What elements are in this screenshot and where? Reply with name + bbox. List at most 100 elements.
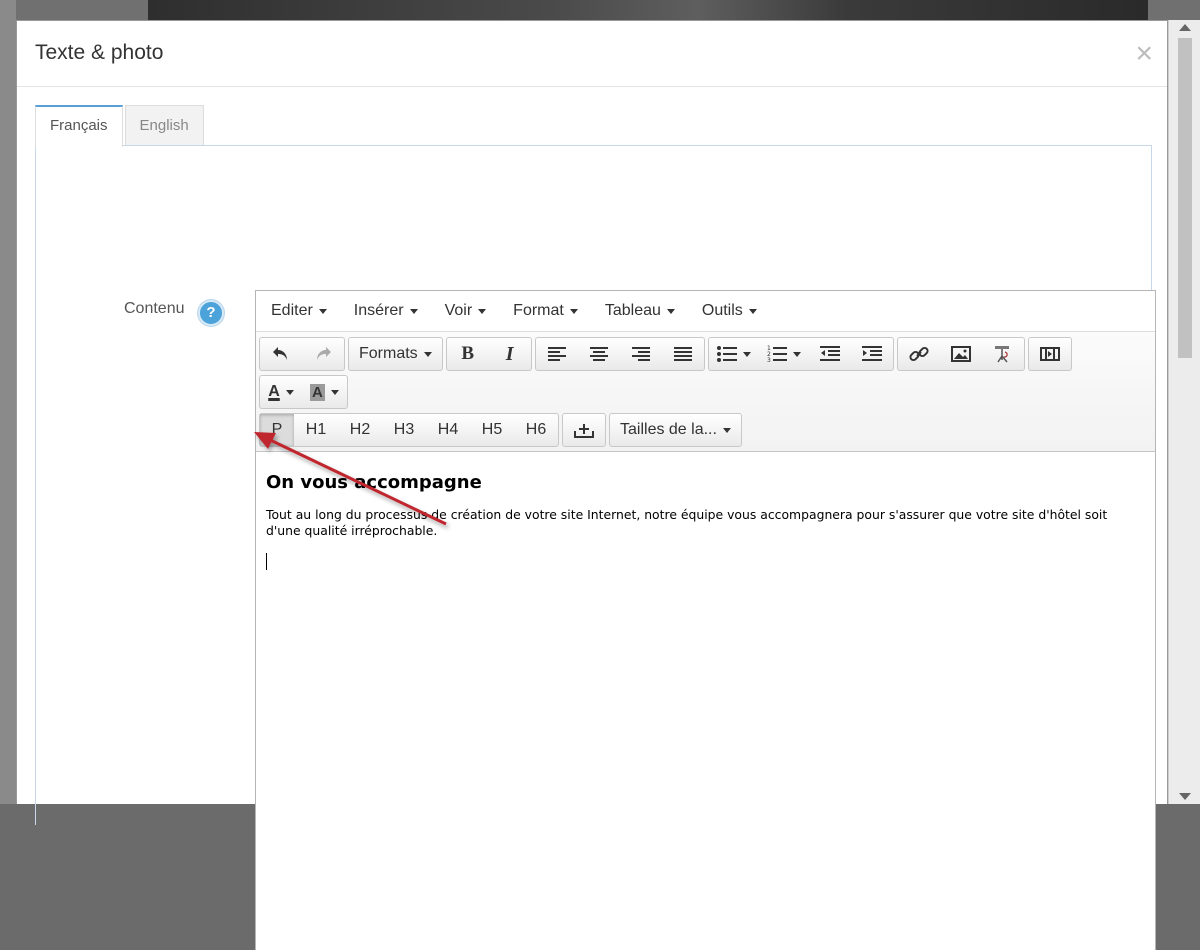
menu-label: Voir: [444, 302, 473, 319]
insert-group: [896, 337, 1025, 371]
menu-format[interactable]: Format: [503, 296, 588, 326]
caret-down-icon: [423, 351, 432, 357]
font-size-dropdown[interactable]: Tailles de la...: [610, 414, 741, 446]
tab-english[interactable]: English: [124, 105, 204, 146]
menu-voir[interactable]: Voir: [435, 296, 497, 326]
caret-down-icon: [742, 351, 751, 357]
italic-icon: I: [505, 342, 514, 365]
caret-down-icon: [722, 427, 731, 433]
undo-icon: [273, 347, 287, 360]
align-justify-icon: [673, 347, 692, 361]
scroll-down-icon[interactable]: [1179, 793, 1191, 800]
image-icon: [950, 346, 971, 362]
language-tabs: Français English: [35, 105, 206, 147]
align-center-icon: [589, 347, 608, 361]
menu-editer[interactable]: Editer: [261, 296, 337, 326]
align-center-button[interactable]: [578, 338, 620, 370]
modal-header: Texte & photo ×: [17, 21, 1167, 87]
rich-text-editor: Editer Insérer Voir Format Tableau Outil…: [255, 290, 1156, 950]
redo-icon: [317, 347, 331, 360]
formats-label: Formats: [359, 345, 418, 362]
text-cursor: [266, 553, 267, 570]
menu-label: Editer: [271, 302, 313, 319]
modal-dialog: Texte & photo × Français English Contenu…: [16, 20, 1168, 950]
formats-dropdown[interactable]: Formats: [349, 338, 442, 370]
annotation-arrow-icon: [254, 432, 447, 526]
caret-down-icon: [285, 389, 294, 395]
list-group: 123: [707, 337, 894, 371]
caret-down-icon: [666, 308, 675, 314]
close-icon[interactable]: ×: [1135, 39, 1153, 69]
menu-tableau[interactable]: Tableau: [595, 296, 685, 326]
bullet-list-icon: [716, 346, 737, 362]
caret-down-icon: [409, 308, 418, 314]
caret-down-icon: [318, 308, 327, 314]
italic-button[interactable]: I: [489, 338, 531, 370]
caret-down-icon: [330, 389, 339, 395]
menu-label: Tableau: [604, 302, 661, 319]
align-left-button[interactable]: [536, 338, 578, 370]
bold-button[interactable]: B: [447, 338, 489, 370]
menu-label: Insérer: [353, 302, 404, 319]
pdf-icon: [994, 346, 1009, 363]
upload-button[interactable]: [563, 414, 605, 446]
block-h5-button[interactable]: H5: [470, 414, 514, 446]
text-color-icon: A: [268, 383, 280, 400]
history-group: [259, 337, 345, 371]
menu-label: Format: [513, 302, 564, 319]
help-icon[interactable]: ?: [198, 300, 224, 326]
page-scrollbar[interactable]: [1168, 20, 1200, 804]
scroll-thumb[interactable]: [1178, 38, 1192, 358]
redo-button[interactable]: [302, 338, 344, 370]
font-size-group: Tailles de la...: [609, 413, 742, 447]
scroll-up-icon[interactable]: [1179, 24, 1191, 31]
text-color-button[interactable]: A: [260, 376, 302, 408]
indent-button[interactable]: [851, 338, 893, 370]
image-button[interactable]: [940, 338, 982, 370]
font-size-label: Tailles de la...: [620, 421, 717, 438]
backdrop-left-panel: [0, 0, 16, 804]
caret-down-icon: [478, 308, 487, 314]
upload-group: [562, 413, 606, 447]
editor-menubar: Editer Insérer Voir Format Tableau Outil…: [256, 291, 1155, 332]
caret-down-icon: [569, 308, 578, 314]
formats-group: Formats: [348, 337, 443, 371]
align-justify-button[interactable]: [662, 338, 704, 370]
align-left-icon: [547, 347, 566, 361]
caret-down-icon: [792, 351, 801, 357]
bold-icon: B: [461, 343, 475, 364]
undo-button[interactable]: [260, 338, 302, 370]
background-color-button[interactable]: A: [302, 376, 347, 408]
media-button[interactable]: [1029, 338, 1071, 370]
tab-pane: Contenu ? Editer Insérer Voir Format Tab…: [35, 145, 1156, 950]
indent-icon: [861, 346, 882, 361]
style-group: B I: [445, 337, 532, 371]
link-icon: [909, 346, 929, 362]
block-h6-button[interactable]: H6: [514, 414, 558, 446]
menu-outils[interactable]: Outils: [692, 296, 767, 326]
modal-title: Texte & photo: [35, 41, 164, 64]
bullet-list-button[interactable]: [709, 338, 759, 370]
align-group: [534, 337, 705, 371]
align-right-icon: [631, 347, 650, 361]
toolbar-row-1: Formats B I 1 2 3: [259, 335, 1153, 373]
align-right-button[interactable]: [620, 338, 662, 370]
caret-down-icon: [748, 308, 757, 314]
upload-icon: [574, 424, 594, 438]
outdent-button[interactable]: [809, 338, 851, 370]
menu-label: Outils: [701, 302, 743, 319]
background-color-icon: A: [310, 383, 325, 401]
link-button[interactable]: [898, 338, 940, 370]
menu-inserer[interactable]: Insérer: [344, 296, 428, 326]
outdent-icon: [819, 346, 840, 361]
color-group: A A: [259, 375, 348, 409]
svg-text:3: 3: [767, 357, 771, 363]
media-icon: [1039, 347, 1060, 361]
media-group: [1027, 337, 1072, 371]
tab-francais[interactable]: Français: [35, 105, 123, 147]
numbered-list-icon: 123: [767, 345, 787, 363]
numbered-list-button[interactable]: 123: [759, 338, 809, 370]
pdf-button[interactable]: [982, 338, 1024, 370]
toolbar-row-2: A A: [259, 373, 1153, 411]
background-photo: [148, 0, 1148, 22]
